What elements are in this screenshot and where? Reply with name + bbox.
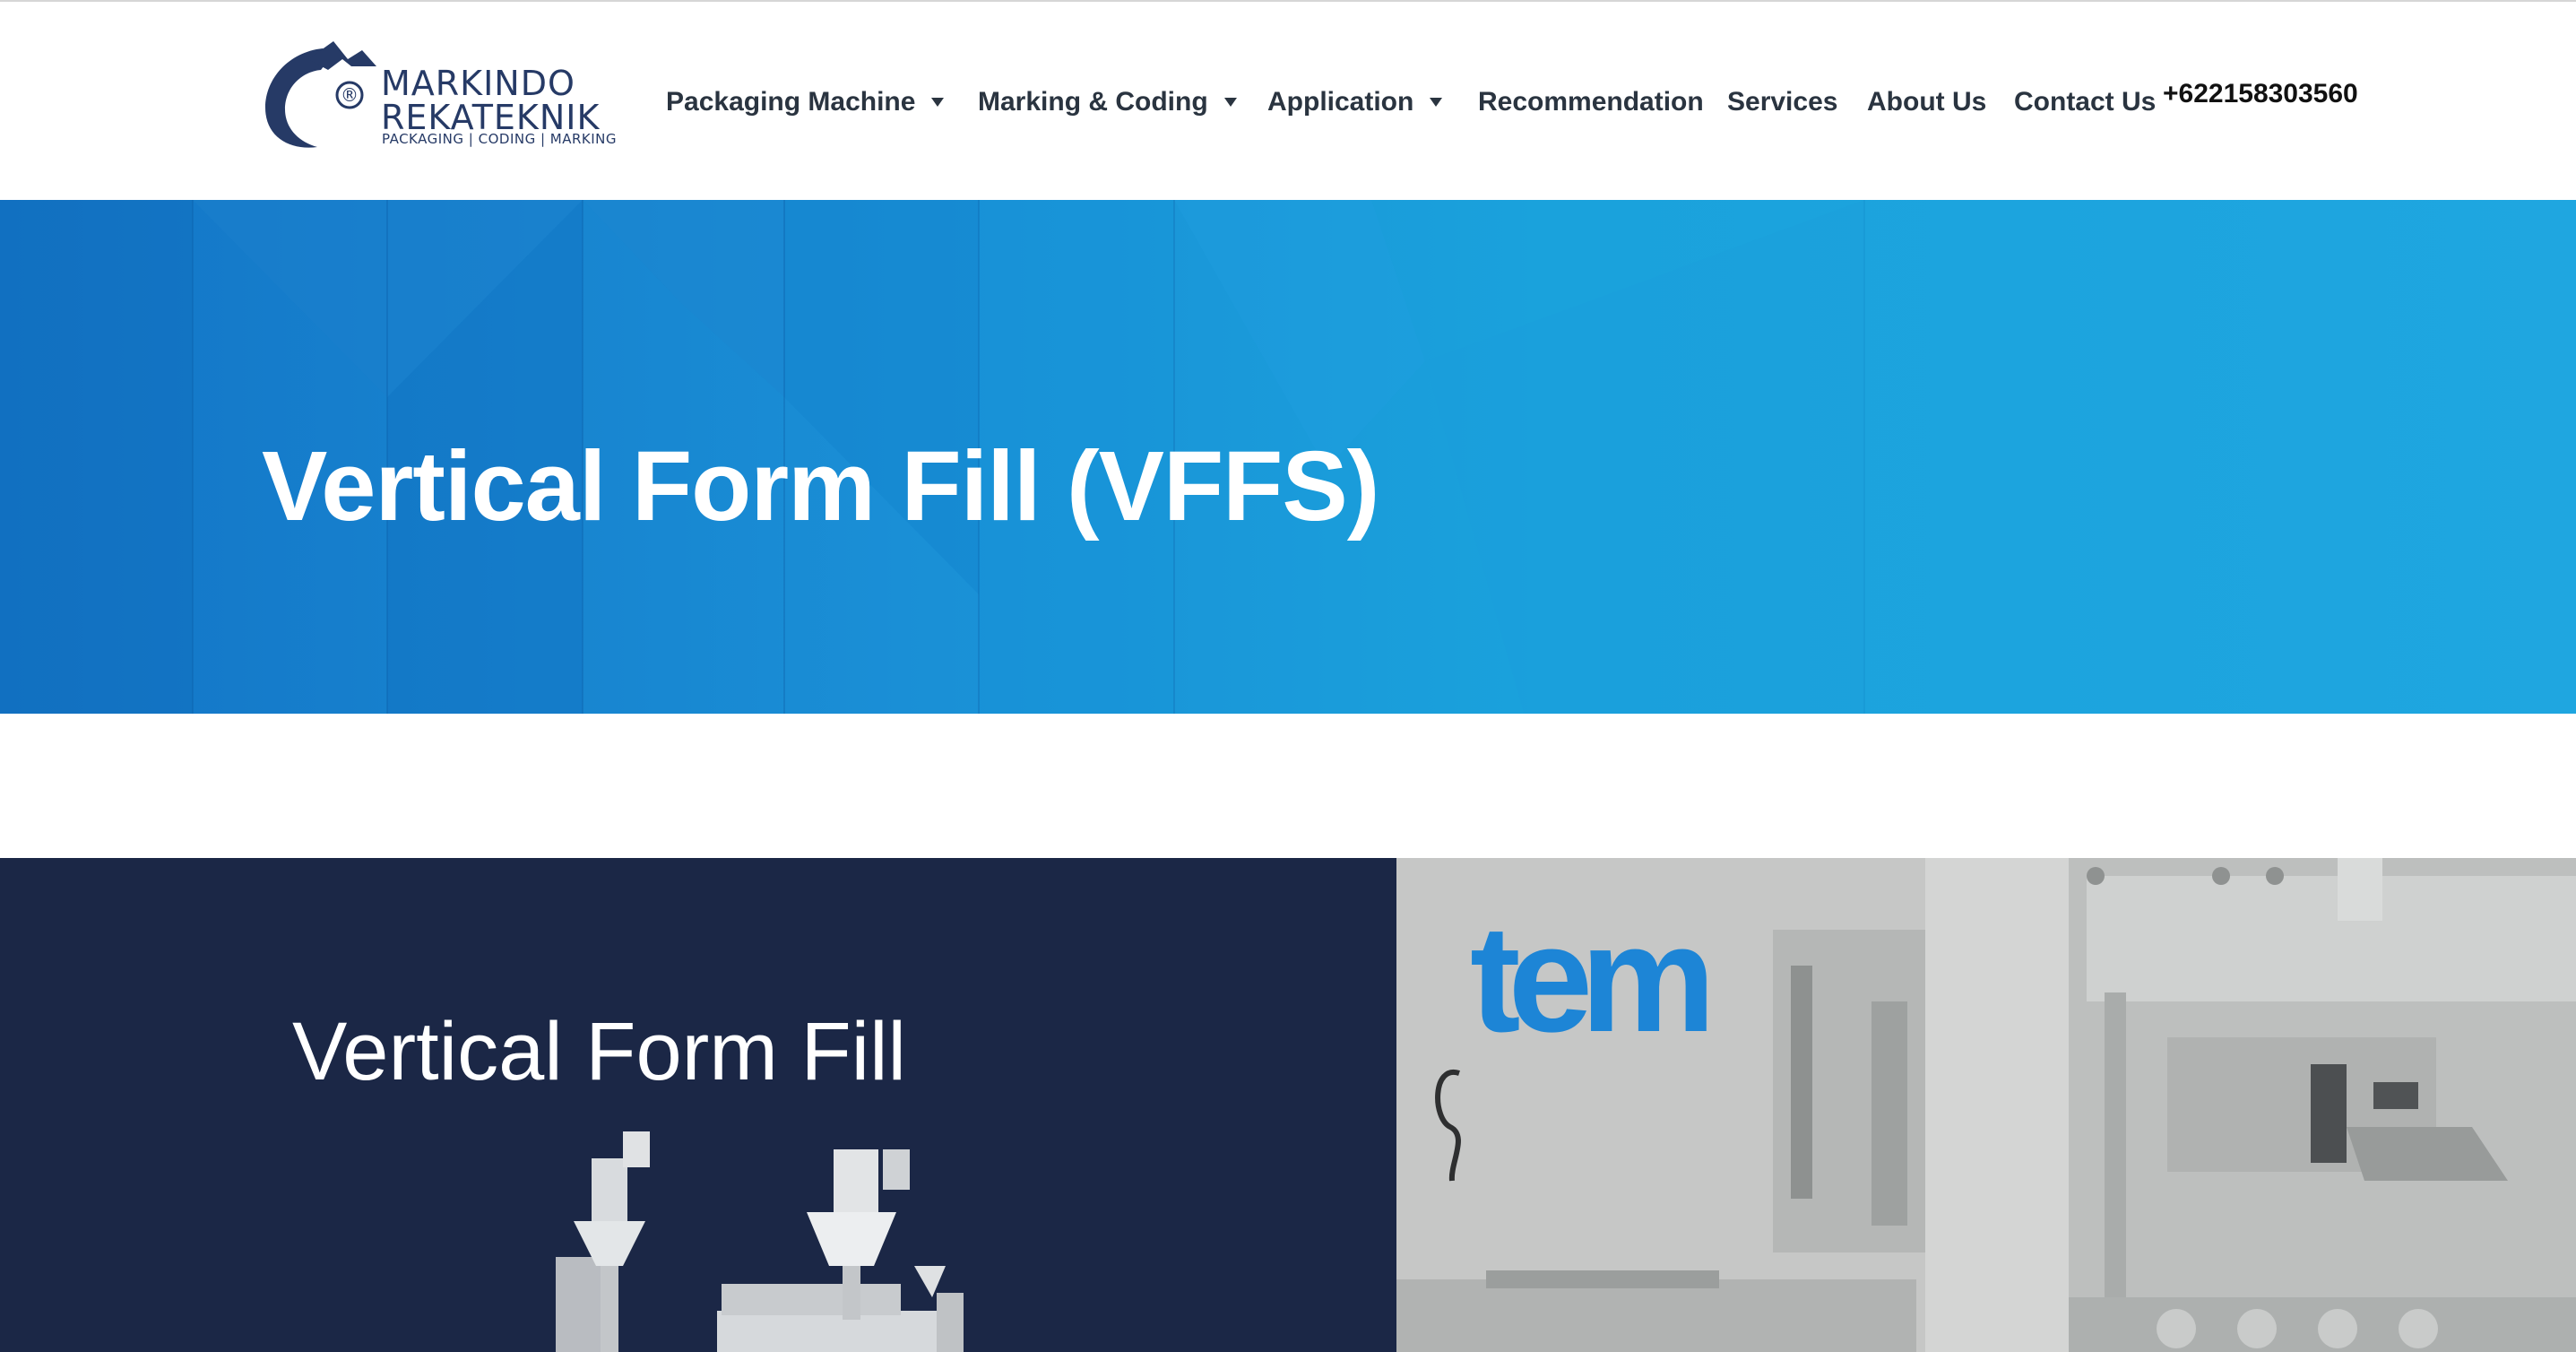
brand-name-line1: MARKINDO — [381, 64, 575, 103]
hero-banner: Vertical Form Fill (VFFS) — [0, 200, 2576, 714]
nav-item-label: Services — [1727, 87, 1838, 117]
nav-item-packaging-machine[interactable]: Packaging Machine — [666, 84, 945, 120]
nav-item-label: Application — [1267, 87, 1414, 117]
nav-item-application[interactable]: Application — [1267, 84, 1443, 120]
nav-item-label: Contact Us — [2014, 87, 2157, 117]
brand-name-line2: REKATEKNIK — [381, 98, 601, 137]
product-video-panel[interactable]: tem — [1396, 858, 2576, 1352]
nav-item-label: Packaging Machine — [666, 87, 916, 117]
brand-tagline: PACKAGING | CODING | MARKING — [382, 131, 618, 147]
nav-item-label: About Us — [1867, 87, 1987, 117]
phone-number-link[interactable]: +622158303560 — [2163, 79, 2358, 109]
tem-brand-logo: tem — [1470, 894, 1716, 1064]
product-intro-panel: Vertical Form Fill — [0, 858, 1396, 1352]
chevron-down-icon — [931, 98, 945, 107]
nav-item-about-us[interactable]: About Us — [1867, 84, 1986, 120]
page-title: Vertical Form Fill (VFFS) — [262, 431, 1379, 542]
nav-item-contact-us[interactable]: Contact Us — [2014, 84, 2156, 120]
nav-item-label: Marking & Coding — [978, 87, 1208, 117]
chevron-down-icon — [1430, 98, 1443, 107]
nav-item-recommendation[interactable]: Recommendation — [1478, 84, 1704, 120]
nav-item-label: Recommendation — [1478, 87, 1704, 117]
section-title: Vertical Form Fill — [292, 1006, 906, 1097]
registered-mark: ® — [341, 84, 359, 106]
brand-logo-icon: ® — [265, 41, 376, 148]
nav-item-services[interactable]: Services — [1727, 84, 1837, 120]
site-header: ® MARKINDO REKATEKNIK PACKAGING | CODING… — [0, 2, 2576, 200]
brand-logo[interactable]: ® MARKINDO REKATEKNIK PACKAGING | CODING… — [262, 39, 620, 154]
vffs-machine-image — [556, 1131, 964, 1352]
nav-item-marking-coding[interactable]: Marking & Coding — [978, 84, 1237, 120]
chevron-down-icon — [1223, 98, 1237, 107]
